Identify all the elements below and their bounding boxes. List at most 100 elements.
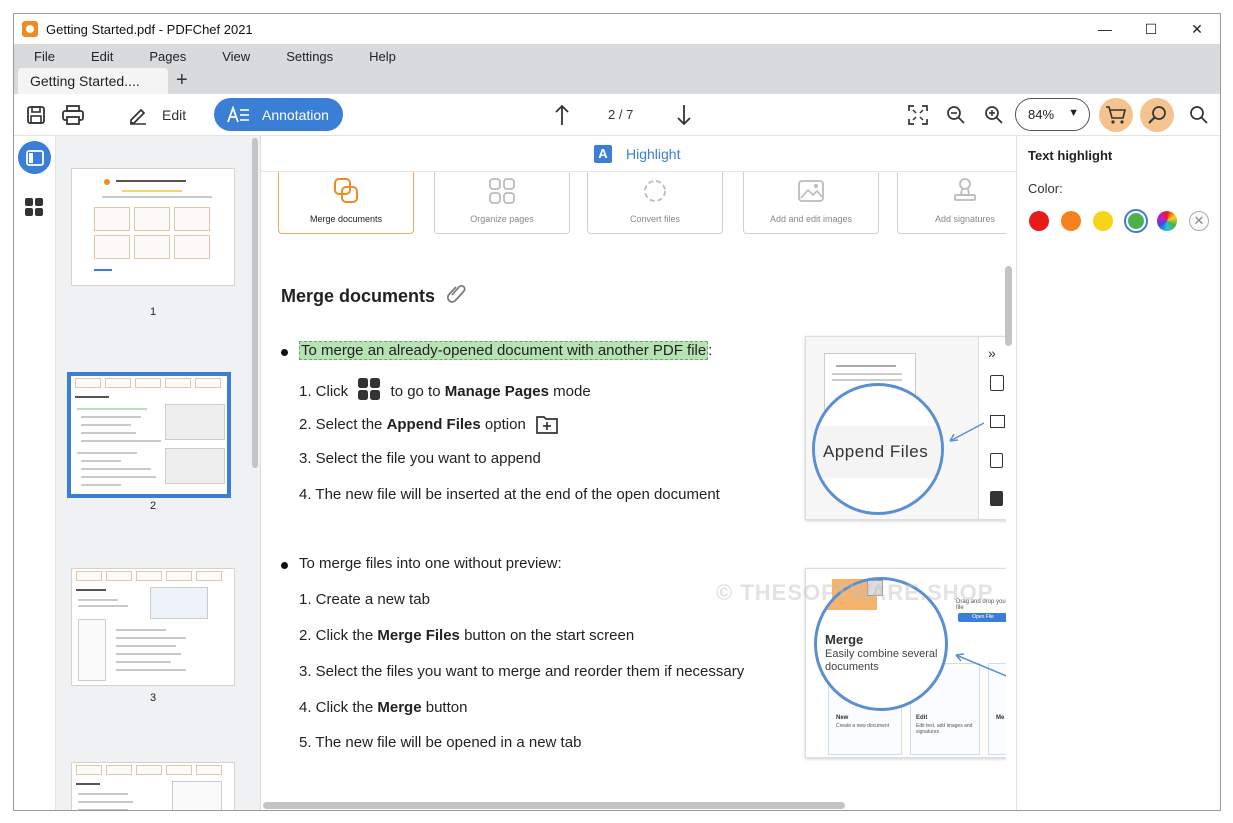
- page-thumbnail-selected[interactable]: [67, 372, 231, 498]
- card-label: Merge documents: [309, 214, 383, 224]
- col-new-sub: Create a new document: [836, 723, 890, 729]
- paperclip-icon: [447, 284, 466, 303]
- swatch-green-selected[interactable]: [1124, 209, 1148, 233]
- image-icon: [798, 180, 824, 202]
- highlight-icon[interactable]: A: [594, 145, 612, 163]
- document-page: Merge documents Organize pages Convert f…: [261, 172, 1006, 802]
- title-bar: Getting Started.pdf - PDFChef 2021 — ☐ ✕: [14, 14, 1220, 44]
- convert-icon: [644, 180, 666, 202]
- card-add-signatures[interactable]: Add signatures: [897, 172, 1006, 234]
- heading-text: Merge documents: [281, 286, 436, 306]
- edit-pen-icon[interactable]: [126, 103, 150, 127]
- screenshot-append-files: » Append Files: [805, 336, 1006, 520]
- section-heading: Merge documents: [281, 282, 468, 307]
- menu-edit[interactable]: Edit: [73, 49, 131, 64]
- card-convert-files[interactable]: Convert files: [587, 172, 723, 234]
- maximize-button[interactable]: ☐: [1128, 14, 1174, 44]
- document-hscrollbar[interactable]: [263, 802, 845, 809]
- menu-view[interactable]: View: [204, 49, 268, 64]
- thumbnails-panel-button[interactable]: [18, 141, 51, 174]
- annotation-subbar: A Highlight: [261, 136, 1016, 172]
- magnified-merge-sub: Easily combine several documents: [825, 648, 938, 673]
- page-indicator[interactable]: 2 / 7: [608, 107, 633, 122]
- card-label: Add signatures: [934, 214, 996, 224]
- card-organize-pages[interactable]: Organize pages: [434, 172, 570, 234]
- menu-bar: File Edit Pages View Settings Help: [14, 44, 1220, 68]
- col-new: New: [836, 715, 849, 721]
- double-chevron-icon: »: [988, 345, 996, 361]
- page-thumbnail[interactable]: [71, 168, 235, 286]
- app-logo-icon: [22, 21, 38, 37]
- magnifier-icon: [1148, 106, 1166, 124]
- toolbar: Edit Annotation 2 / 7 84% ▼: [14, 94, 1220, 136]
- search-key-button[interactable]: [1140, 98, 1174, 132]
- swatch-red[interactable]: [1029, 211, 1049, 231]
- col-edit-sub: Edit text, add images and signatures: [916, 723, 973, 735]
- arrow-down-icon[interactable]: [672, 103, 696, 127]
- add-tab-button[interactable]: +: [176, 69, 188, 92]
- document-vscrollbar[interactable]: [1005, 266, 1012, 346]
- card-label: Organize pages: [470, 214, 534, 224]
- section1-intro: To merge an already-opened document with…: [299, 341, 713, 360]
- highlighted-text[interactable]: To merge an already-opened document with…: [299, 341, 709, 360]
- tab-bar: Getting Started.... +: [14, 68, 1220, 94]
- watermark: © THESOFTWARE.SHOP: [716, 580, 994, 605]
- fit-screen-icon[interactable]: [906, 103, 930, 127]
- tab-document[interactable]: Getting Started....: [18, 68, 168, 94]
- cart-button[interactable]: [1099, 98, 1133, 132]
- zoom-in-icon[interactable]: [982, 103, 1006, 127]
- manage-pages-icon[interactable]: [25, 198, 43, 221]
- section1-step2: 2. Select the Append Files option: [299, 414, 558, 434]
- menu-settings[interactable]: Settings: [268, 49, 351, 64]
- section2-step4: 4. Click the Merge button: [299, 699, 468, 716]
- arrow-up-icon[interactable]: [550, 103, 574, 127]
- thumbnail-scrollbar[interactable]: [252, 138, 258, 468]
- properties-panel: Text highlight Color: ✕: [1016, 136, 1220, 810]
- window-title: Getting Started.pdf - PDFChef 2021: [46, 21, 253, 37]
- menu-pages[interactable]: Pages: [131, 49, 204, 64]
- panel-icon: [25, 149, 44, 166]
- merge-icon: [334, 178, 358, 203]
- manage-pages-inline-icon: [358, 378, 381, 400]
- thumbnail-number: 1: [149, 306, 157, 318]
- section2-step3: 3. Select the files you want to merge an…: [299, 663, 745, 680]
- paste-icon: [990, 491, 1003, 506]
- open-file-button: Open File: [958, 613, 1006, 622]
- col-more: Me: [996, 715, 1005, 721]
- thumbnail-panel: 1 2 3: [56, 136, 261, 810]
- zoom-out-icon[interactable]: [944, 103, 968, 127]
- edit-label[interactable]: Edit: [162, 107, 186, 123]
- grid-icon: [489, 178, 515, 204]
- section2-step2: 2. Click the Merge Files button on the s…: [299, 627, 635, 644]
- save-icon[interactable]: [24, 103, 48, 127]
- search-icon[interactable]: [1187, 103, 1211, 127]
- append-folder-icon: [536, 416, 558, 434]
- col-edit: Edit: [916, 715, 928, 721]
- no-color-icon[interactable]: ✕: [1189, 211, 1209, 231]
- swatch-yellow[interactable]: [1093, 211, 1113, 231]
- card-merge-documents[interactable]: Merge documents: [278, 172, 414, 234]
- document-view: A Highlight Merge documents Organize pag…: [261, 136, 1016, 810]
- thumbnail-number: 2: [149, 500, 157, 512]
- color-picker-wheel[interactable]: [1157, 211, 1177, 231]
- color-label: Color:: [1028, 181, 1063, 196]
- highlight-tool[interactable]: Highlight: [626, 146, 680, 162]
- print-icon[interactable]: [61, 103, 85, 127]
- section1-step4: 4. The new file will be inserted at the …: [299, 486, 720, 503]
- panel-title: Text highlight: [1028, 148, 1113, 163]
- page-thumbnail[interactable]: [71, 568, 235, 686]
- close-button[interactable]: ✕: [1174, 14, 1220, 44]
- zoom-select[interactable]: 84% ▼: [1015, 98, 1090, 131]
- minimize-button[interactable]: —: [1082, 14, 1128, 44]
- annotation-button[interactable]: Annotation: [214, 98, 343, 131]
- card-add-edit-images[interactable]: Add and edit images: [743, 172, 879, 234]
- thumbnail-number: 3: [149, 692, 157, 704]
- magnified-merge-title: Merge: [825, 632, 864, 647]
- menu-file[interactable]: File: [14, 49, 73, 64]
- menu-help[interactable]: Help: [351, 49, 414, 64]
- section1-step3: 3. Select the file you want to append: [299, 450, 541, 467]
- page-thumbnail[interactable]: [71, 762, 235, 810]
- copy-icon: [990, 453, 1003, 468]
- swatch-orange[interactable]: [1061, 211, 1081, 231]
- file-icon: [990, 375, 1004, 391]
